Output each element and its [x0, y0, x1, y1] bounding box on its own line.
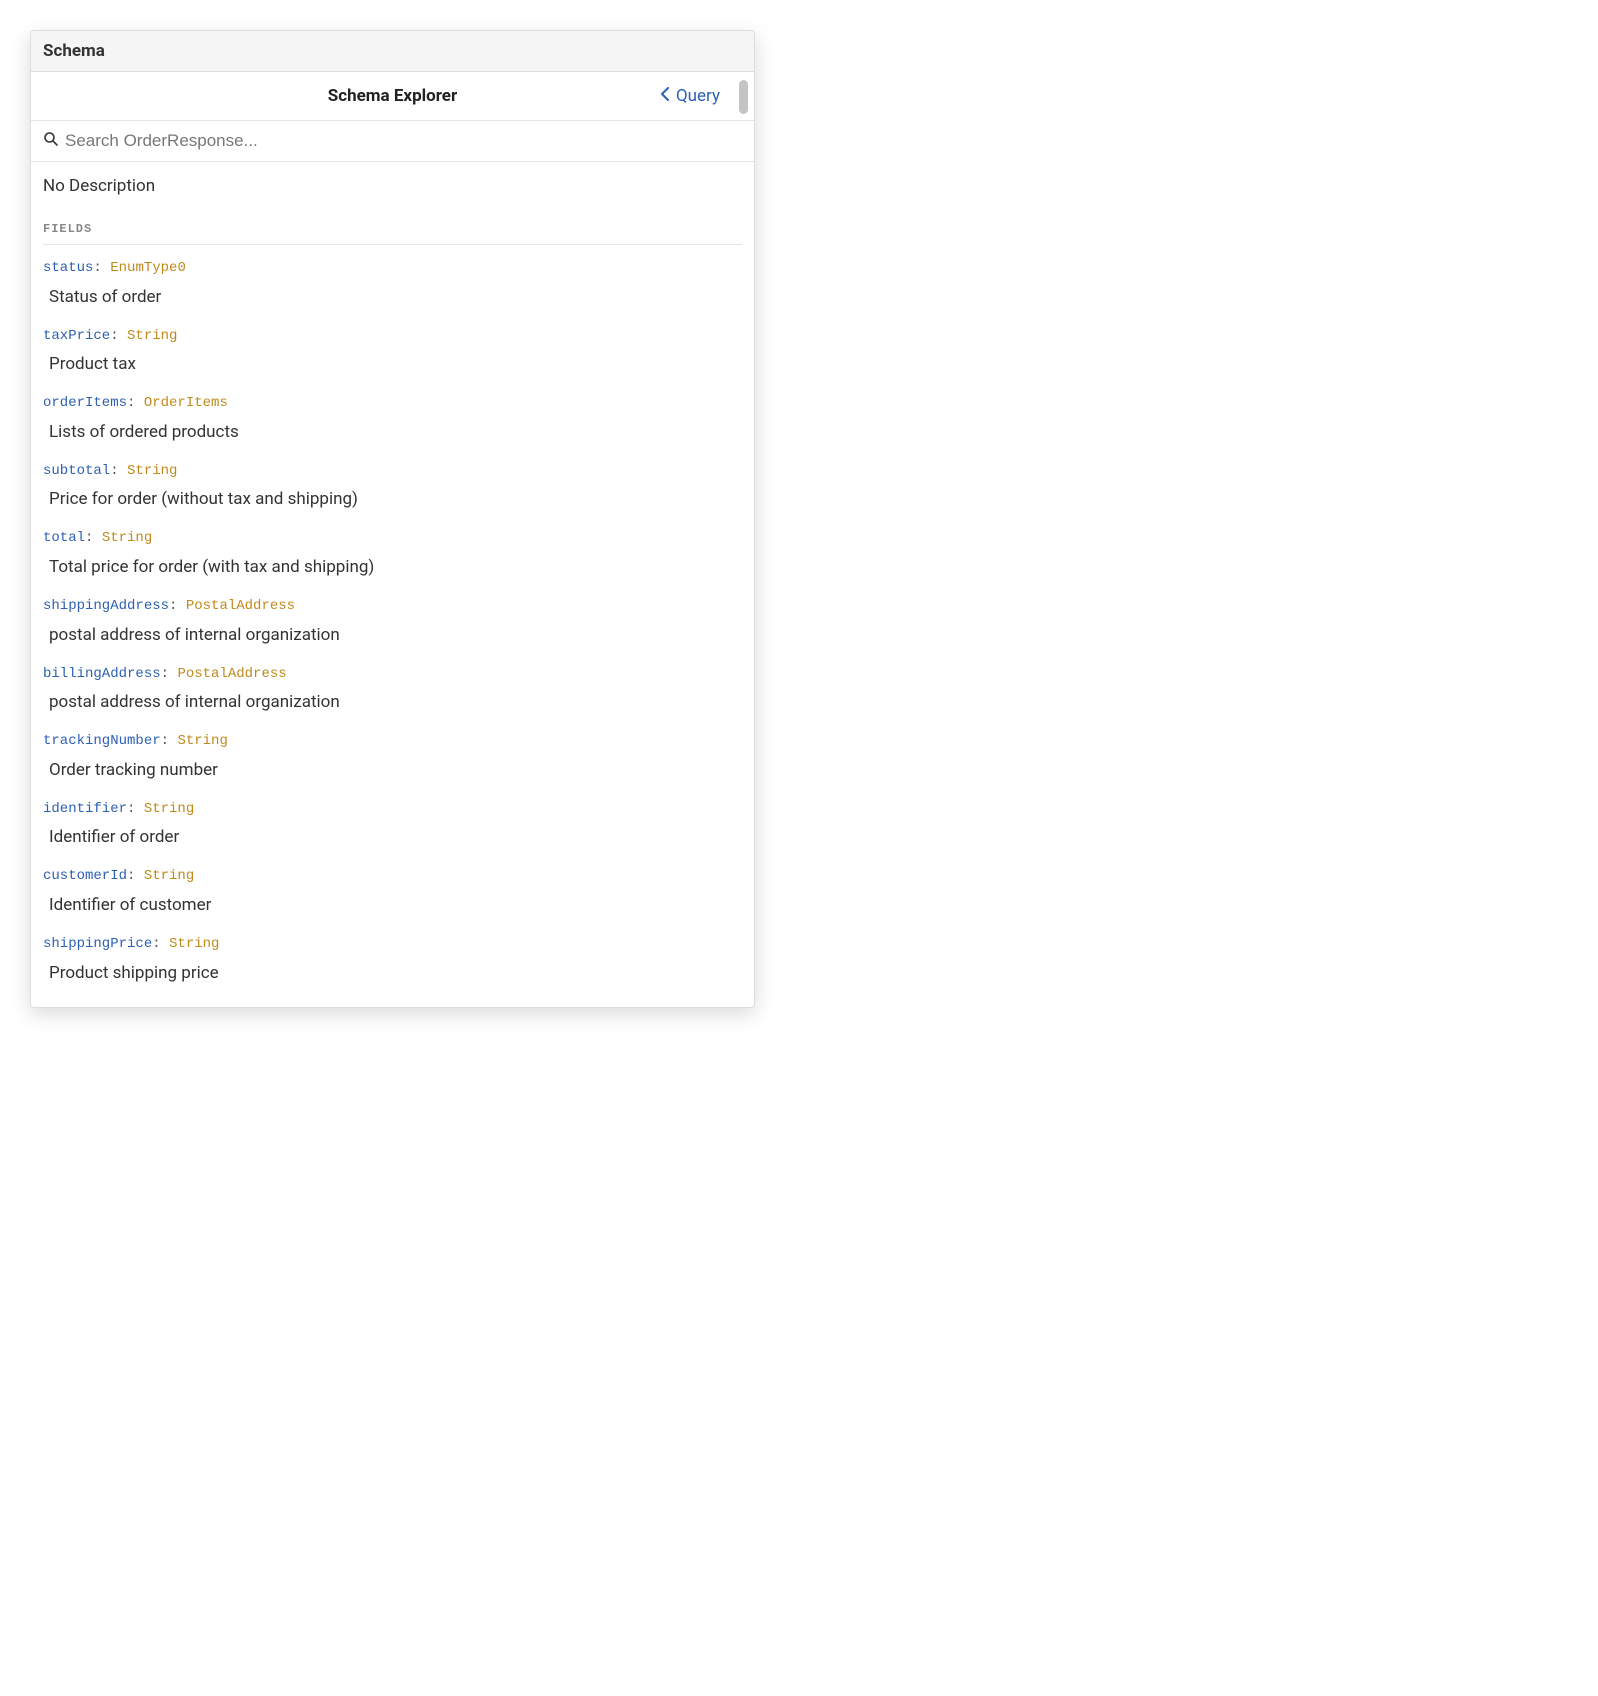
field-type-link[interactable]: String	[144, 868, 194, 884]
search-input[interactable]	[65, 131, 742, 151]
field-colon: :	[93, 260, 110, 276]
field-name-link[interactable]: orderItems	[43, 395, 127, 411]
field-item: shippingAddress: PostalAddress postal add…	[43, 597, 742, 645]
field-type-link[interactable]: String	[102, 530, 152, 546]
field-name-link[interactable]: trackingNumber	[43, 733, 161, 749]
field-name-link[interactable]: shippingPrice	[43, 936, 152, 952]
field-item: shippingPrice: String Product shipping pr…	[43, 935, 742, 983]
scrollbar-thumb[interactable]	[739, 80, 748, 114]
panel-title-bar: Schema	[31, 31, 754, 72]
field-name-link[interactable]: customerId	[43, 868, 127, 884]
field-item: taxPrice: String Product tax	[43, 327, 742, 375]
field-description: Identifier of customer	[43, 895, 742, 915]
field-item: subtotal: String Price for order (without…	[43, 462, 742, 510]
field-colon: :	[110, 328, 127, 344]
field-description: Price for order (without tax and shippin…	[43, 489, 742, 509]
field-name-link[interactable]: billingAddress	[43, 666, 161, 682]
panel-title: Schema	[43, 41, 105, 61]
field-signature: total: String	[43, 529, 742, 549]
field-description: Status of order	[43, 287, 742, 307]
content-area: No Description FIELDS status: EnumType0 S…	[31, 162, 754, 1007]
field-colon: :	[152, 936, 169, 952]
field-item: billingAddress: PostalAddress postal addr…	[43, 665, 742, 713]
fields-section-label: FIELDS	[43, 222, 742, 245]
field-name-link[interactable]: shippingAddress	[43, 598, 169, 614]
field-item: identifier: String Identifier of order	[43, 800, 742, 848]
field-colon: :	[169, 598, 186, 614]
field-item: trackingNumber: String Order tracking num…	[43, 732, 742, 780]
field-description: postal address of internal organization	[43, 692, 742, 712]
field-type-link[interactable]: PostalAddress	[177, 666, 286, 682]
field-name-link[interactable]: taxPrice	[43, 328, 110, 344]
field-colon: :	[127, 868, 144, 884]
field-description: Lists of ordered products	[43, 422, 742, 442]
field-description: Total price for order (with tax and ship…	[43, 557, 742, 577]
field-signature: orderItems: OrderItems	[43, 394, 742, 414]
field-type-link[interactable]: String	[144, 801, 194, 817]
field-description: postal address of internal organization	[43, 625, 742, 645]
field-type-link[interactable]: String	[127, 463, 177, 479]
field-signature: subtotal: String	[43, 462, 742, 482]
field-type-link[interactable]: String	[169, 936, 219, 952]
field-name-link[interactable]: identifier	[43, 801, 127, 817]
search-icon	[43, 131, 65, 151]
field-name-link[interactable]: total	[43, 530, 85, 546]
field-signature: shippingPrice: String	[43, 935, 742, 955]
field-description: Product tax	[43, 354, 742, 374]
field-colon: :	[127, 801, 144, 817]
field-colon: :	[161, 666, 178, 682]
field-type-link[interactable]: PostalAddress	[186, 598, 295, 614]
field-description: Product shipping price	[43, 963, 742, 983]
field-signature: identifier: String	[43, 800, 742, 820]
field-name-link[interactable]: subtotal	[43, 463, 110, 479]
field-description: Identifier of order	[43, 827, 742, 847]
back-to-query-link[interactable]: Query	[660, 86, 720, 106]
field-signature: shippingAddress: PostalAddress	[43, 597, 742, 617]
chevron-left-icon	[660, 86, 670, 106]
field-type-link[interactable]: String	[177, 733, 227, 749]
field-item: status: EnumType0 Status of order	[43, 259, 742, 307]
field-signature: billingAddress: PostalAddress	[43, 665, 742, 685]
back-link-label: Query	[676, 86, 720, 106]
field-type-link[interactable]: EnumType0	[110, 260, 186, 276]
field-name-link[interactable]: status	[43, 260, 93, 276]
field-type-link[interactable]: OrderItems	[144, 395, 228, 411]
field-signature: taxPrice: String	[43, 327, 742, 347]
field-colon: :	[161, 733, 178, 749]
field-signature: status: EnumType0	[43, 259, 742, 279]
schema-panel: Schema Schema Explorer Query No Descript…	[30, 30, 755, 1008]
field-colon: :	[127, 395, 144, 411]
explorer-header: Schema Explorer Query	[31, 72, 754, 121]
field-colon: :	[85, 530, 102, 546]
search-row	[31, 121, 754, 162]
field-type-link[interactable]: String	[127, 328, 177, 344]
field-signature: trackingNumber: String	[43, 732, 742, 752]
field-list: status: EnumType0 Status of order taxPrice…	[43, 259, 742, 983]
field-item: total: String Total price for order (with…	[43, 529, 742, 577]
explorer-title: Schema Explorer	[43, 86, 742, 106]
field-description: Order tracking number	[43, 760, 742, 780]
field-item: orderItems: OrderItems Lists of ordered p…	[43, 394, 742, 442]
type-description: No Description	[43, 176, 742, 196]
field-colon: :	[110, 463, 127, 479]
field-signature: customerId: String	[43, 867, 742, 887]
field-item: customerId: String Identifier of customer	[43, 867, 742, 915]
